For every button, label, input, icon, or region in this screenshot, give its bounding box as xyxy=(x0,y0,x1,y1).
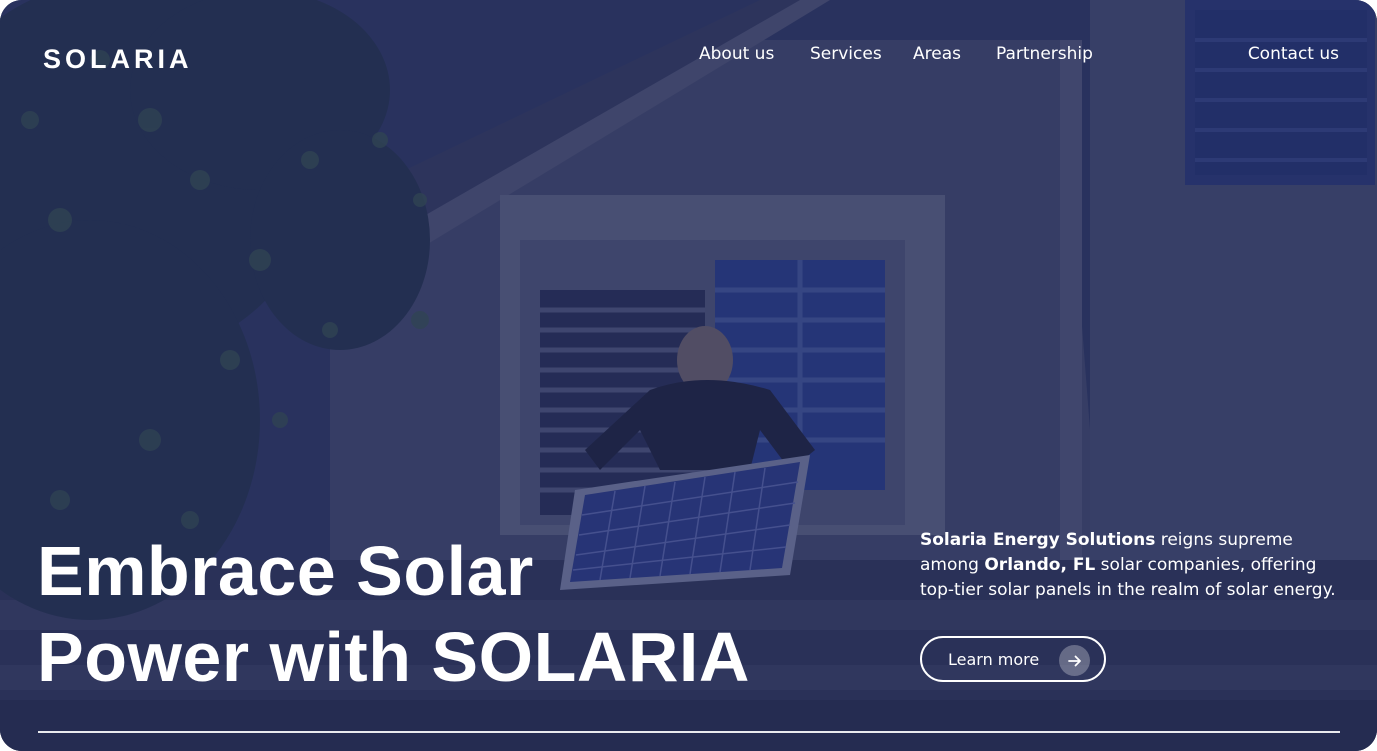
headline-line-1: Embrace Solar xyxy=(37,532,534,610)
nav-item-partnership[interactable]: Partnership xyxy=(996,43,1093,65)
brand-logo[interactable]: SOLARIA xyxy=(43,43,193,75)
hero-tagline: Solaria Energy Solutions reigns supreme … xyxy=(920,528,1350,603)
contact-link[interactable]: Contact us xyxy=(1248,43,1339,65)
nav-item-services[interactable]: Services xyxy=(810,43,882,65)
tagline-company: Solaria Energy Solutions xyxy=(920,530,1156,550)
hero-headline: Embrace Solar Power with SOLARIA xyxy=(37,528,750,700)
learn-more-label: Learn more xyxy=(948,650,1040,669)
hero-divider xyxy=(38,731,1340,733)
learn-more-button[interactable]: Learn more xyxy=(920,636,1106,682)
nav-item-areas[interactable]: Areas xyxy=(913,43,961,65)
tagline-location: Orlando, FL xyxy=(984,555,1096,575)
hero-section: SOLARIA About us Services Areas Partners… xyxy=(0,0,1377,751)
arrow-right-icon xyxy=(1059,645,1090,676)
nav-item-about[interactable]: About us xyxy=(699,43,774,65)
headline-line-2: Power with SOLARIA xyxy=(37,618,750,696)
